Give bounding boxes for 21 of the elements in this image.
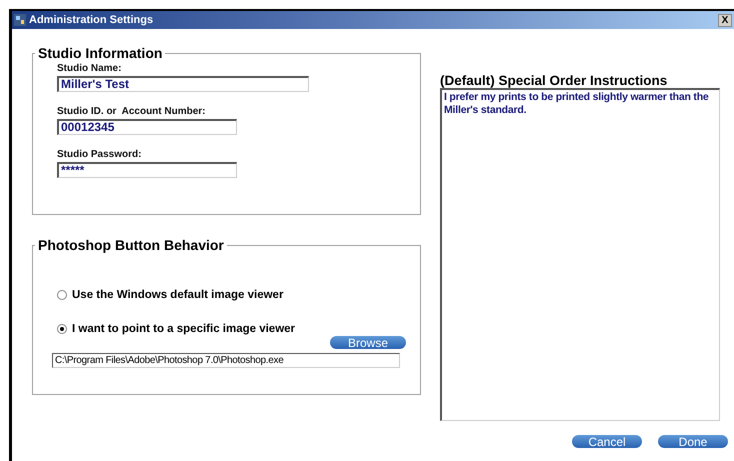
radio-label: I want to point to a specific image viewer [72,323,296,335]
radio-label: Use the Windows default image viewer [72,289,284,301]
path-field[interactable]: C:\Program Files\Adobe\Photoshop 7.0\Photoshop.exe [52,353,400,368]
radio-button[interactable] [57,324,67,334]
section-title: (Default) Special Order Instructions [440,73,668,88]
instructions-field[interactable]: I prefer my prints to be printed slightly warmer than the Miller's standard. [440,88,720,421]
done-button[interactable]: Done [658,435,728,448]
radio-button[interactable] [57,290,67,300]
field-label: Studio ID. or Account Number: [57,106,207,117]
input-field[interactable]: Miller's Test [57,76,309,92]
field-label: Studio Password: [57,149,142,160]
app-icon [14,14,26,26]
field-label: Studio Name: [57,63,122,74]
group-title: Photoshop Button Behavior [37,237,225,253]
cancel-button[interactable]: Cancel [572,435,642,448]
input-field[interactable]: ***** [57,162,237,178]
close-button[interactable]: X [718,14,732,26]
window-title: Administration Settings [29,14,154,26]
group-title: Studio Information [37,45,164,61]
browse-button[interactable]: Browse [330,336,406,349]
input-field[interactable]: 00012345 [57,119,237,135]
